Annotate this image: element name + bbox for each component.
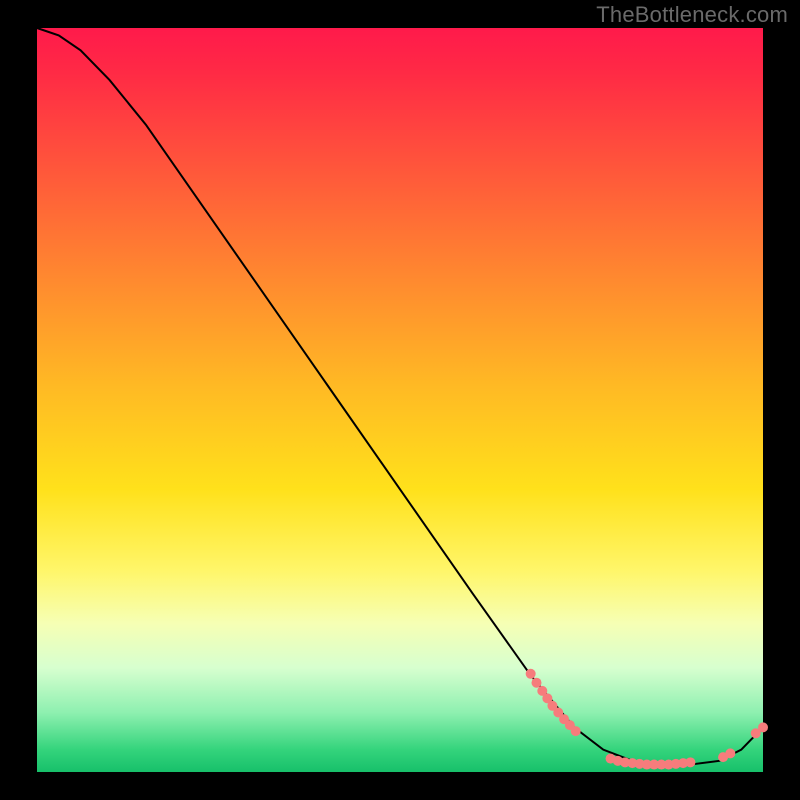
data-point: [758, 722, 768, 732]
data-point: [685, 757, 695, 767]
data-points: [526, 669, 768, 770]
chart-container: TheBottleneck.com: [0, 0, 800, 800]
data-point: [571, 726, 581, 736]
bottleneck-curve: [37, 28, 763, 765]
data-point: [725, 748, 735, 758]
watermark-text: TheBottleneck.com: [596, 2, 788, 28]
data-point: [526, 669, 536, 679]
chart-svg: [37, 28, 763, 772]
plot-area: [37, 28, 763, 772]
data-point: [531, 678, 541, 688]
